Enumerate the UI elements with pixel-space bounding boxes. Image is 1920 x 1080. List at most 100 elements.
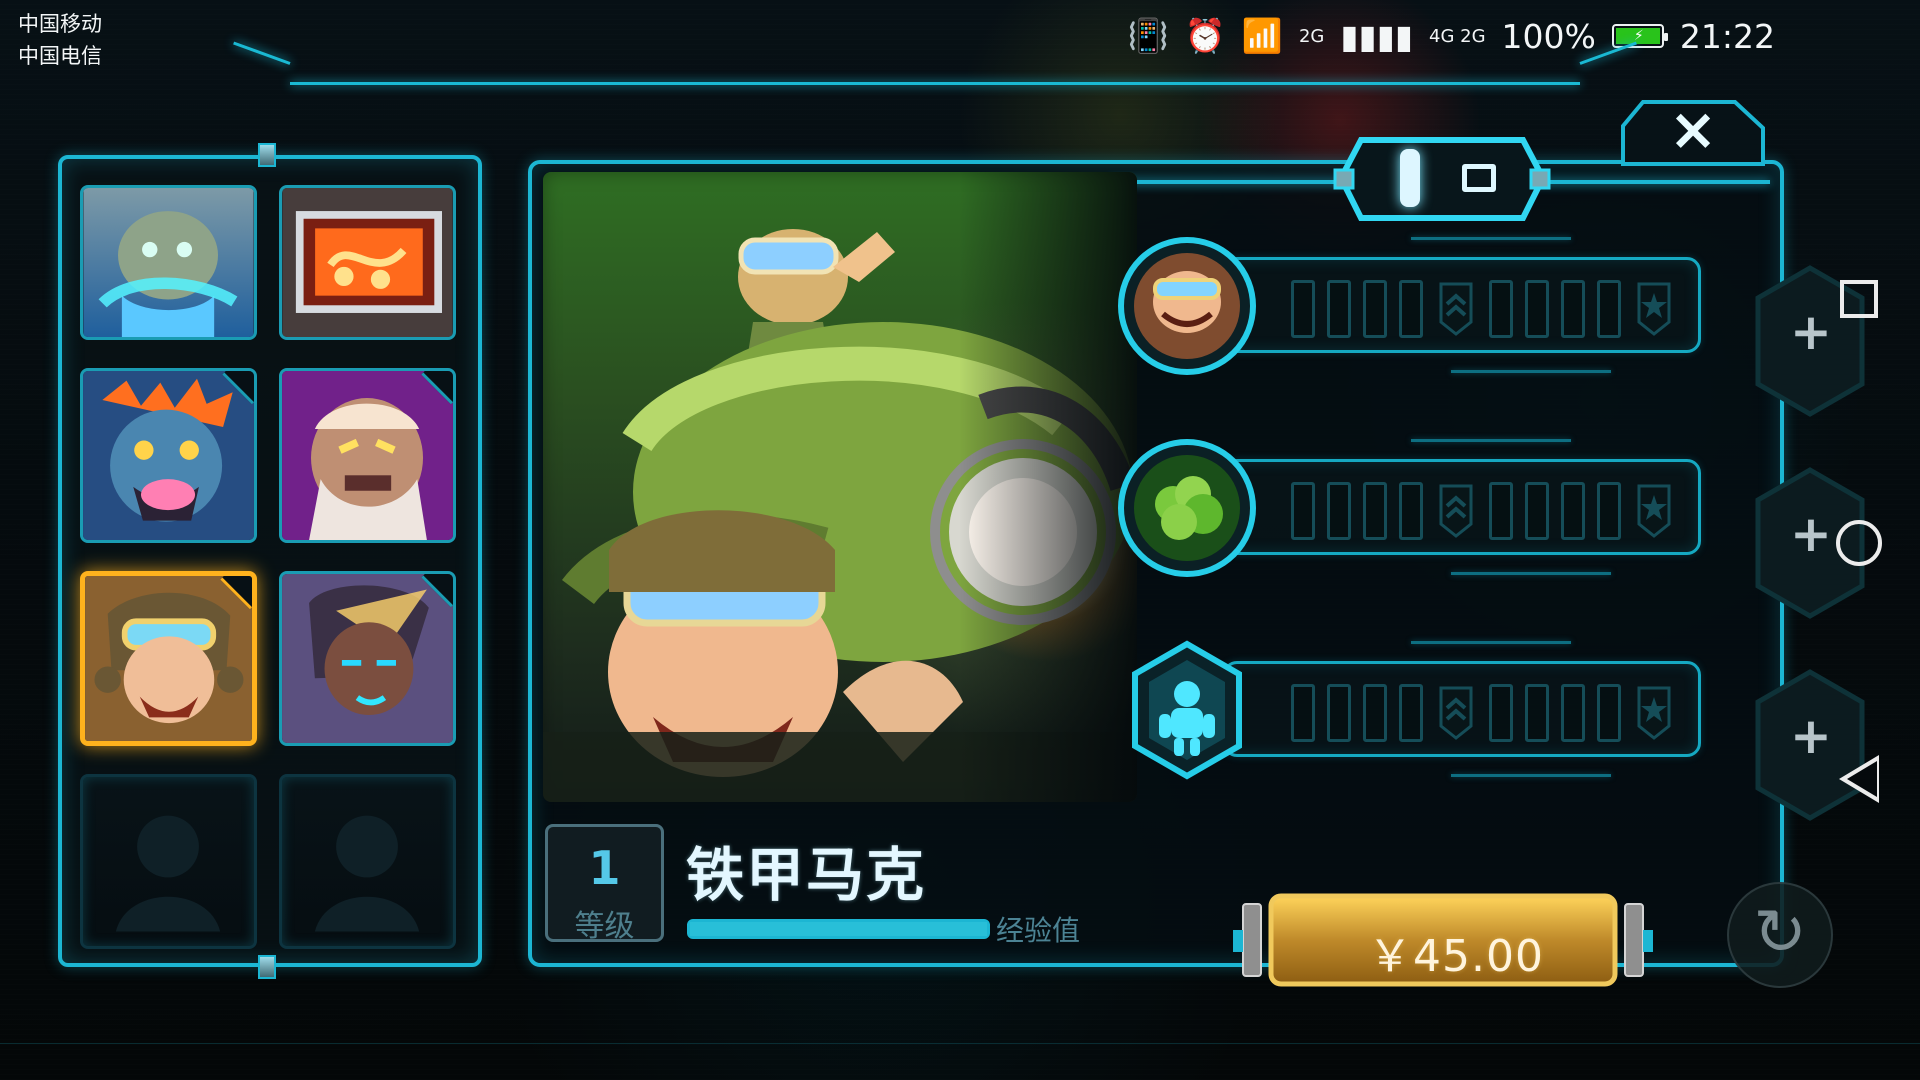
network-indicator-2: 4G 2G: [1429, 25, 1486, 47]
carrier-label-1: 中国移动: [18, 12, 102, 36]
toggle-frame-icon: [1333, 137, 1551, 221]
experience-bar-fill: [690, 922, 987, 936]
battery-icon: ⚡: [1611, 24, 1668, 48]
tier-pip: [1525, 684, 1549, 742]
experience-label: 经验值: [996, 914, 1081, 947]
hero-slot-6[interactable]: [279, 571, 456, 746]
vibrate-icon: 📳: [1127, 16, 1169, 55]
clock-time: 21:22: [1679, 16, 1775, 56]
tier-pip: [1291, 482, 1315, 540]
skill-row-2: [1113, 424, 1736, 582]
tier-pip: [1363, 482, 1387, 540]
green-bush-icon: [1118, 439, 1256, 577]
hero-list-panel: [58, 143, 482, 979]
game-screen: 中国移动 中国电信 📳 ⏰ 📶 2G ▮▮▮▮ 4G 2G 100% ⚡ 21:…: [0, 0, 1920, 1080]
tier-pip: [1399, 482, 1423, 540]
bar-icon: [1400, 149, 1420, 207]
level-number: 1: [588, 841, 621, 895]
square-icon: [1462, 164, 1496, 192]
pilot-icon: [1118, 237, 1256, 375]
star-badge-icon: [1633, 278, 1675, 340]
tier-pip: [1561, 684, 1585, 742]
chevron-badge-icon: [1435, 278, 1477, 340]
hero-slot-5[interactable]: [80, 571, 257, 746]
hero-grid: [80, 185, 468, 957]
tier-pip: [1327, 684, 1351, 742]
tier-pip: [1561, 482, 1585, 540]
chevron-badge-icon: [1435, 480, 1477, 542]
view-toggle[interactable]: [1333, 130, 1551, 228]
wifi-icon: 📶: [1241, 16, 1283, 55]
tier-pip: [1363, 684, 1387, 742]
chevron-badge-icon: [1439, 282, 1473, 336]
tier-pip: [1525, 280, 1549, 338]
system-status-bar: 📳 ⏰ 📶 2G ▮▮▮▮ 4G 2G 100% ⚡ 21:22: [1128, 12, 1775, 60]
level-box: 1 等级: [545, 824, 664, 944]
tier-pip: [1561, 280, 1585, 338]
tribal-woman-portrait: [282, 574, 453, 743]
home-icon[interactable]: [1836, 520, 1882, 566]
chevron-badge-icon: [1439, 484, 1473, 538]
close-icon[interactable]: ×: [1667, 100, 1719, 158]
old-warrior-portrait: [282, 371, 453, 540]
tier-pip: [1327, 280, 1351, 338]
red-screen-portrait: [282, 188, 453, 337]
skill-row-1: [1113, 222, 1736, 380]
star-badge-icon: [1633, 480, 1675, 542]
recent-apps-icon[interactable]: [1840, 280, 1878, 318]
tier-pip: [1363, 280, 1387, 338]
skill-tiers-1: [1291, 278, 1675, 340]
hero-slot-2[interactable]: [279, 185, 456, 340]
tier-pip: [1291, 684, 1315, 742]
tier-pip: [1597, 684, 1621, 742]
bottom-divider: [0, 1043, 1920, 1044]
hero-artwork: [543, 172, 1137, 802]
hero-slot-7[interactable]: [80, 774, 257, 949]
hero-slot-8[interactable]: [279, 774, 456, 949]
refresh-icon: ↻: [1753, 896, 1807, 970]
hero-slot-3[interactable]: [80, 368, 257, 543]
stone-beast-portrait: [83, 188, 254, 337]
network-indicator-1: 2G: [1298, 25, 1325, 47]
carrier-status: 中国移动 中国电信: [18, 8, 102, 72]
back-icon[interactable]: [1839, 755, 1879, 803]
robot-icon: [1113, 636, 1261, 784]
star-badge-icon: [1633, 682, 1675, 744]
signal-icon: ▮▮▮▮: [1340, 16, 1414, 56]
chevron-badge-icon: [1435, 682, 1477, 744]
hero-art-fade: [543, 172, 1137, 802]
tier-pip: [1327, 482, 1351, 540]
tier-pip: [1597, 482, 1621, 540]
tier-pip: [1399, 684, 1423, 742]
pilot-icon: [1113, 232, 1261, 380]
tier-pip: [1489, 280, 1513, 338]
alarm-icon: ⏰: [1184, 16, 1226, 55]
silhouette-slot-icon: [115, 815, 221, 932]
price-label[interactable]: ￥45.00: [1368, 920, 1543, 984]
hero-name: 铁甲马克: [686, 841, 927, 909]
star-badge-icon: [1637, 686, 1671, 740]
skill-row-3: [1113, 626, 1736, 784]
silhouette-slot-icon: [314, 815, 420, 932]
experience-bar: [687, 919, 990, 939]
level-label: 等级: [574, 909, 635, 944]
battery-percent: 100%: [1501, 16, 1596, 56]
robot-icon: [1132, 640, 1242, 780]
carrier-label-2: 中国电信: [18, 44, 102, 68]
hero-slot-4[interactable]: [279, 368, 456, 543]
tier-pip: [1399, 280, 1423, 338]
skill-tiers-3: [1291, 682, 1675, 744]
plus-icon-2: +: [1790, 505, 1832, 563]
top-frame-line: [290, 82, 1580, 85]
hero-slot-1[interactable]: [80, 185, 257, 340]
tier-pip: [1489, 482, 1513, 540]
panel-connector-bottom: [258, 955, 276, 979]
tier-pip: [1597, 280, 1621, 338]
skill-tiers-2: [1291, 480, 1675, 542]
plus-icon-1: +: [1790, 303, 1832, 361]
blue-troll-portrait: [83, 371, 254, 540]
star-badge-icon: [1637, 282, 1671, 336]
star-badge-icon: [1637, 484, 1671, 538]
plus-icon-3: +: [1790, 707, 1832, 765]
tier-pip: [1489, 684, 1513, 742]
